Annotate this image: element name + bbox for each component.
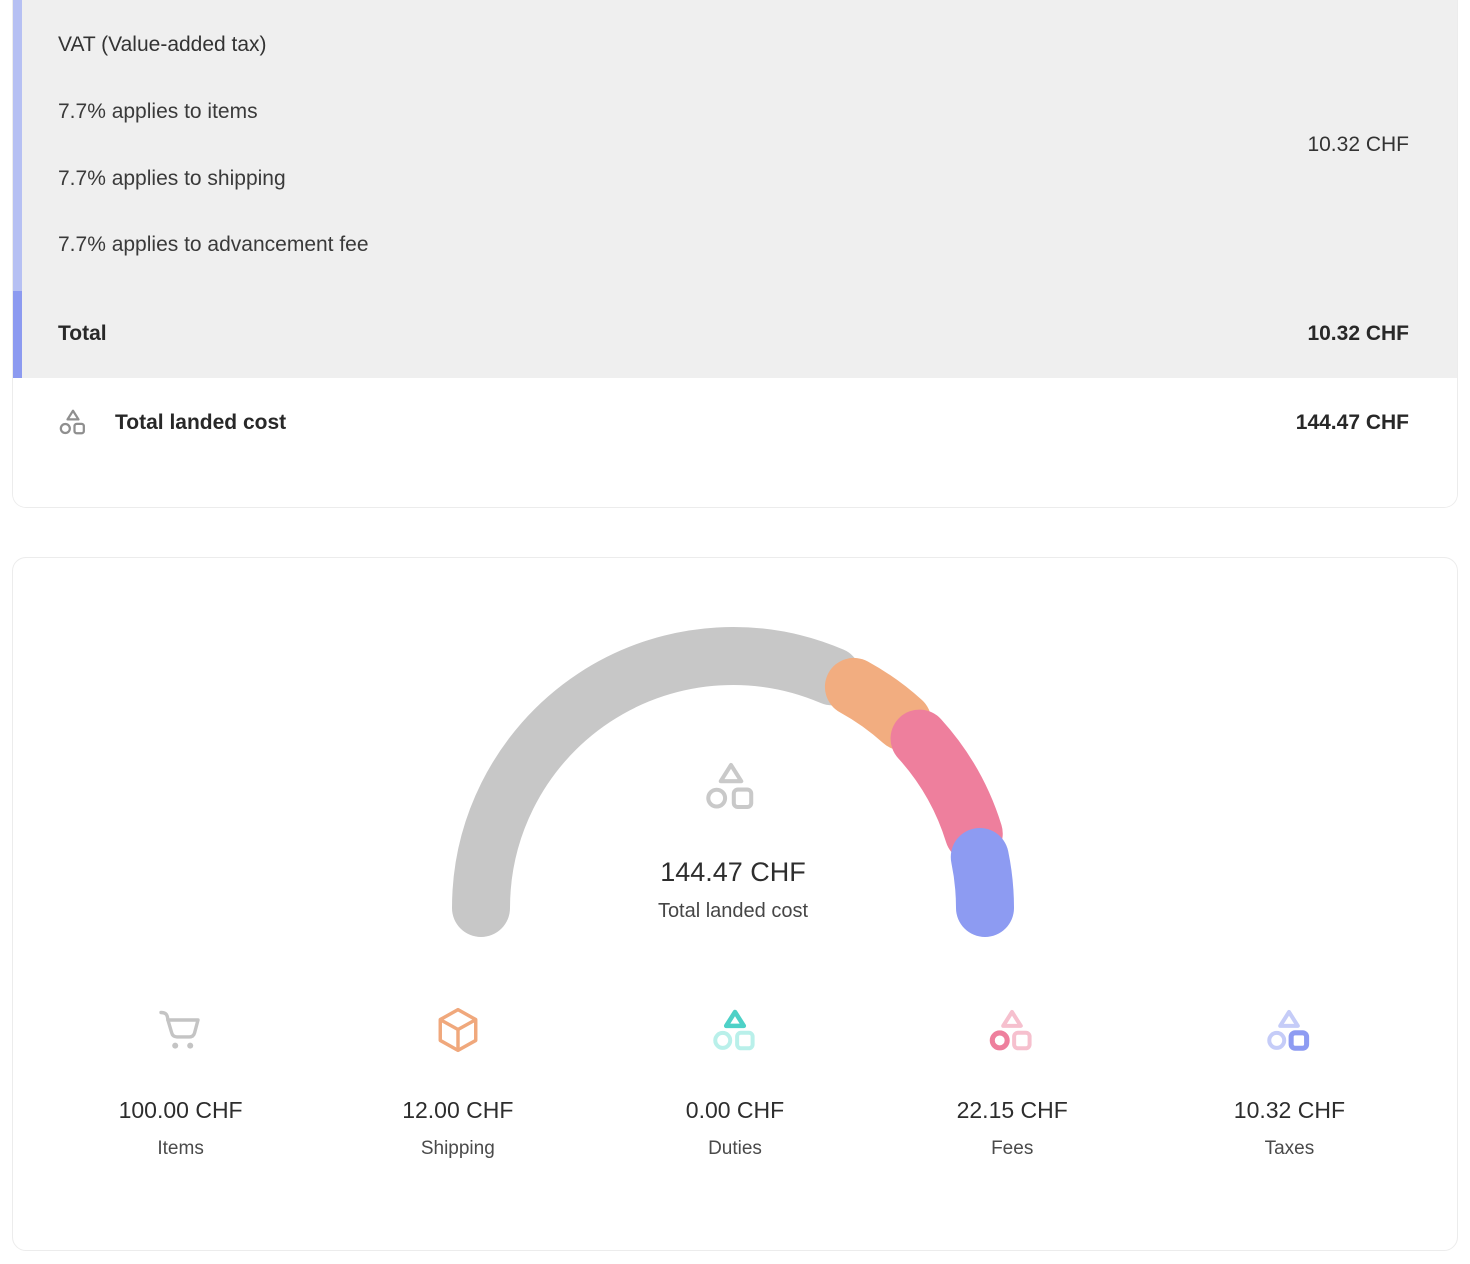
vat-detail-line: 7.7% applies to shipping [58,167,286,191]
legend-label: Shipping [319,1137,596,1160]
shapes-circle-icon [874,1004,1151,1056]
legend-amount: 0.00 CHF [596,1096,873,1124]
legend-amount: 100.00 CHF [42,1096,319,1124]
legend-item-items: 100.00 CHF Items [42,1004,319,1160]
legend-amount: 22.15 CHF [874,1096,1151,1124]
gauge-segment-shipping [854,687,903,722]
shapes-triangle-icon [596,1004,873,1056]
landed-cost-shapes-icon [703,760,759,812]
package-icon [319,1004,596,1056]
total-landed-cost-row[interactable]: Total landed cost 144.47 CHF [13,378,1457,507]
tax-total-amount: 10.32 CHF [1307,322,1409,346]
accent-bar-dark [13,291,22,378]
vat-section-title: VAT (Value-added tax) [58,33,267,57]
gauge-segment-fees [920,739,974,834]
gauge-center-value: 144.47 CHF [433,856,1033,888]
legend-item-shipping: 12.00 CHF Shipping [319,1004,596,1160]
legend-item-fees: 22.15 CHF Fees [874,1004,1151,1160]
accent-bar-light [13,0,22,291]
gauge-center-label: Total landed cost [433,899,1033,923]
legend-amount: 10.32 CHF [1151,1096,1428,1124]
landed-cost-amount: 144.47 CHF [1296,411,1409,435]
legend-item-duties: 0.00 CHF Duties [596,1004,873,1160]
landed-cost-label: Total landed cost [115,411,286,435]
vat-detail-line: 7.7% applies to advancement fee [58,233,369,257]
legend-label: Duties [596,1137,873,1160]
tax-total-row: Total 10.32 CHF [58,290,1409,378]
legend-label: Items [42,1137,319,1160]
legend-label: Fees [874,1137,1151,1160]
legend-item-taxes: 10.32 CHF Taxes [1151,1004,1428,1160]
tax-total-label: Total [58,322,107,346]
legend-label: Taxes [1151,1137,1428,1160]
shapes-square-icon [1151,1004,1428,1056]
vat-amount: 10.32 CHF [1307,133,1409,157]
section-accent-bar [13,0,22,378]
landed-cost-chart-card: 144.47 CHF Total landed cost 100.00 CHF … [12,557,1458,1251]
legend-amount: 12.00 CHF [319,1096,596,1124]
vat-tax-section[interactable]: VAT (Value-added tax) 7.7% applies to it… [13,0,1457,378]
landed-cost-shapes-icon [58,408,88,436]
cost-breakdown-card: VAT (Value-added tax) 7.7% applies to it… [12,0,1458,508]
vat-detail-line: 7.7% applies to items [58,100,258,124]
cart-icon [42,1004,319,1056]
chart-legend: 100.00 CHF Items 12.00 CHF Shipping [42,1004,1428,1160]
